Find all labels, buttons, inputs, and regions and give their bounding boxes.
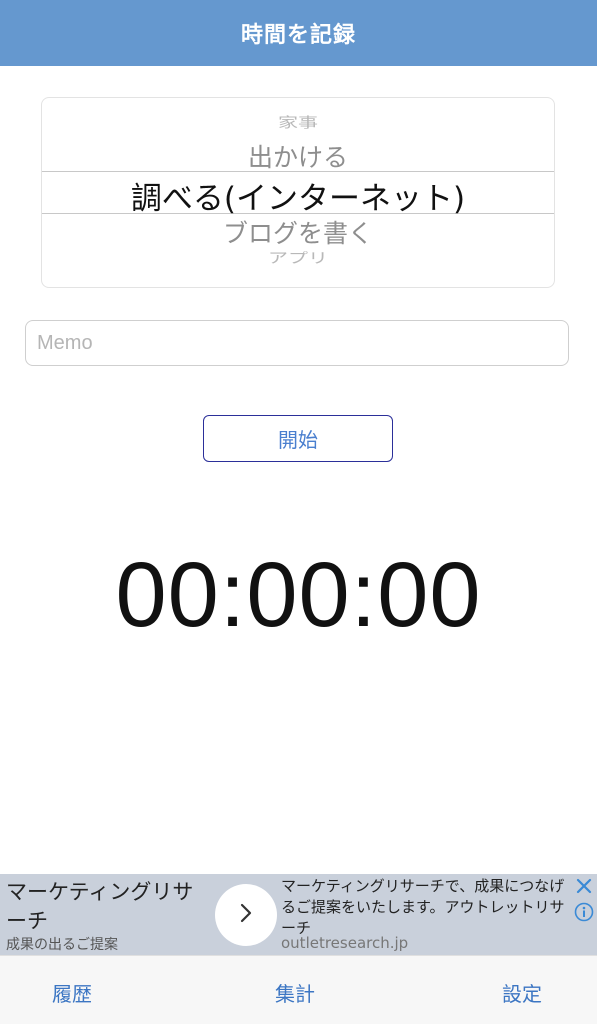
ad-subtitle: 成果の出るご提案 bbox=[6, 937, 118, 953]
picker-item[interactable]: ブログを書く bbox=[42, 214, 554, 250]
ad-domain: outletresearch.jp bbox=[281, 934, 409, 952]
page-title: 時間を記録 bbox=[240, 23, 356, 48]
tab-summary[interactable]: 集計 bbox=[275, 978, 315, 1007]
picker-item-selected[interactable]: 調べる(インターネット) bbox=[42, 173, 554, 218]
tab-history[interactable]: 履歴 bbox=[52, 978, 92, 1007]
category-picker[interactable]: 家事 出かける 調べる(インターネット) ブログを書く アプリ bbox=[41, 97, 555, 288]
chevron-right-icon bbox=[235, 902, 257, 928]
ad-body-text[interactable]: マーケティングリサーチで、成果につなげるご提案をいたします。アウトレットリサーチ bbox=[281, 876, 571, 939]
ad-headline[interactable]: マーケティングリサーチ bbox=[6, 878, 206, 936]
timer-display: 00:00:00 bbox=[115, 544, 482, 646]
close-icon[interactable] bbox=[575, 877, 593, 895]
memo-input[interactable] bbox=[25, 320, 569, 366]
start-button[interactable]: 開始 bbox=[203, 415, 393, 462]
tab-settings[interactable]: 設定 bbox=[502, 978, 542, 1007]
nav-header: 時間を記録 bbox=[0, 0, 597, 66]
tab-bar: 履歴 集計 設定 bbox=[0, 955, 597, 1024]
ad-banner[interactable]: マーケティングリサーチ 成果の出るご提案 マーケティングリサーチで、成果につなげ… bbox=[0, 874, 597, 955]
picker-item[interactable]: アプリ bbox=[42, 251, 554, 266]
ad-arrow-button[interactable] bbox=[215, 884, 277, 946]
picker-item[interactable]: 出かける bbox=[42, 138, 554, 174]
info-icon[interactable] bbox=[574, 902, 594, 922]
picker-item[interactable]: 家事 bbox=[42, 113, 554, 129]
app-screen: 時間を記録 家事 出かける 調べる(インターネット) ブログを書く アプリ 開始… bbox=[0, 0, 597, 1024]
